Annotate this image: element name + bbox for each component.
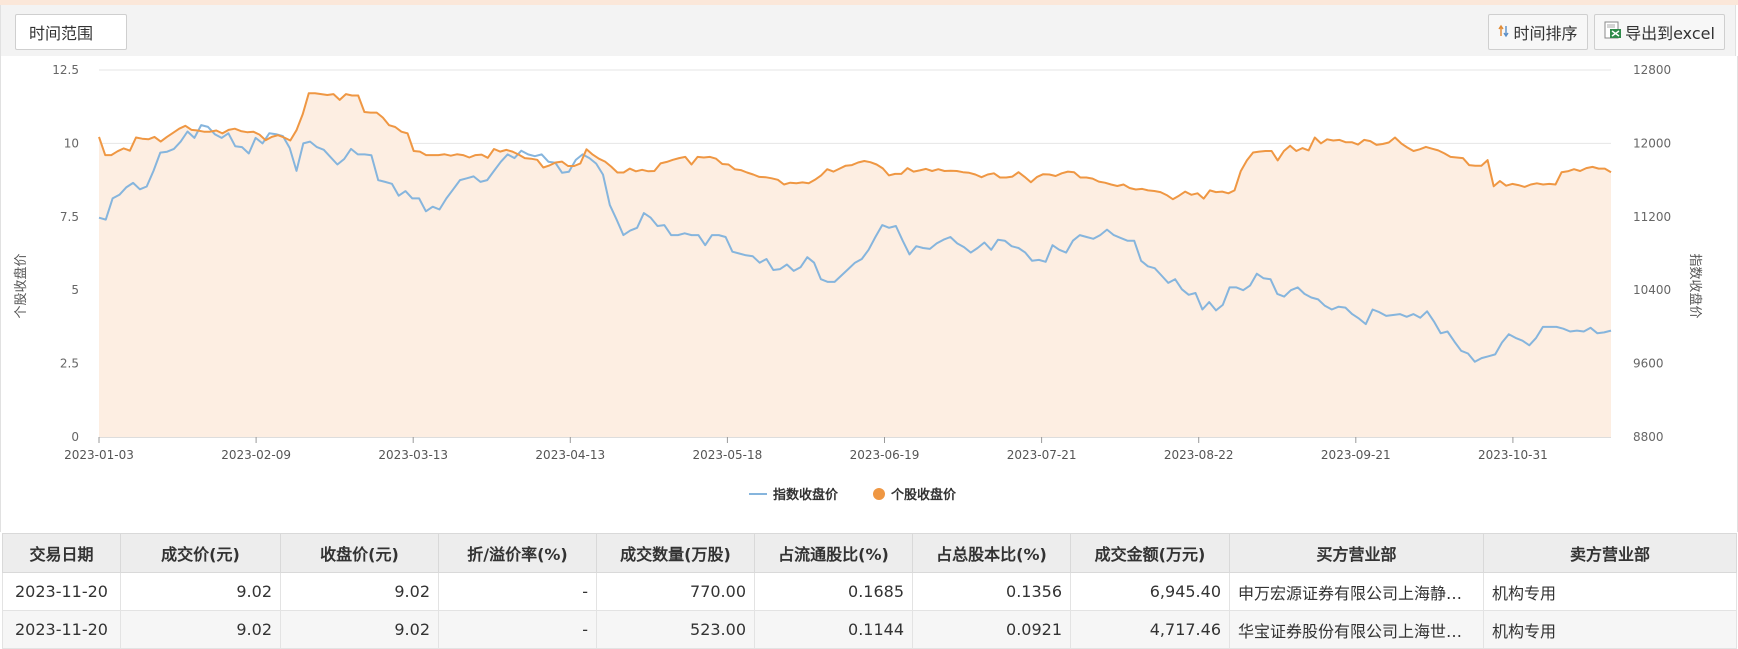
col-header[interactable]: 成交价(元) (120, 533, 281, 573)
x-tick-label: 2023-09-21 (1321, 448, 1391, 462)
chart-area-layer (99, 93, 1611, 437)
legend-stock-swatch (873, 488, 885, 500)
table-cell: 9.02 (120, 572, 281, 611)
table-cell: - (438, 572, 597, 611)
col-header[interactable]: 成交金额(万元) (1070, 533, 1230, 573)
excel-icon (1604, 21, 1622, 43)
table-cell: 2023-11-20 (2, 610, 121, 649)
time-sort-button[interactable]: 时间排序 (1488, 14, 1588, 50)
y-tick-label: 12.5 (52, 63, 79, 77)
block-trade-table: 交易日期 成交价(元) 收盘价(元) 折/溢价率(%) 成交数量(万股) 占流通… (2, 533, 1737, 649)
price-chart-svg: 0 2.5 5 7.5 10 12.5 8800 9600 10400 11200 12000 128… (13, 63, 1703, 503)
col-header[interactable]: 成交数量(万股) (596, 533, 755, 573)
table-cell: 4,717.46 (1070, 610, 1230, 649)
stock-price-area (99, 93, 1611, 437)
y-tick-label: 2.5 (60, 357, 79, 371)
time-range-button[interactable]: 时间范围 (15, 14, 127, 50)
y-tick-label: 7.5 (60, 210, 79, 224)
x-tick-label: 2023-08-22 (1164, 448, 1234, 462)
table-cell: 2023-11-20 (2, 572, 121, 611)
x-tick-label: 2023-04-13 (535, 448, 605, 462)
x-tick-label: 2023-02-09 (221, 448, 291, 462)
y-tick-label: 10 (64, 136, 79, 150)
table-cell: 523.00 (596, 610, 755, 649)
table-cell: 0.1685 (754, 572, 913, 611)
x-tick-label: 2023-03-13 (378, 448, 448, 462)
table-cell: - (438, 610, 597, 649)
col-header[interactable]: 占总股本比(%) (912, 533, 1071, 573)
x-tick-label: 2023-06-19 (850, 448, 920, 462)
chart-legend: 指数收盘价 个股收盘价 (749, 487, 957, 503)
table-cell: 0.0921 (912, 610, 1071, 649)
table-cell: 华宝证券股份有限公司上海世纪大道证券营业部 (1229, 610, 1484, 649)
table-cell: 机构专用 (1483, 610, 1737, 649)
time-sort-label: 时间排序 (1513, 24, 1578, 43)
y-tick-label: 0 (71, 430, 79, 444)
toolbar: 时间范围 时间排序 导出到excel (0, 5, 1736, 56)
table-cell: 770.00 (596, 572, 755, 611)
table-row: 2023-11-20 9.02 9.02 - 770.00 0.1685 0.1… (2, 572, 1737, 611)
table-row: 2023-11-20 9.02 9.02 - 523.00 0.1144 0.0… (2, 610, 1737, 649)
table-cell: 9.02 (120, 610, 281, 649)
table-cell: 申万宏源证券有限公司上海静安区新闸路证券营业部 (1229, 572, 1484, 611)
legend-stock-label: 个股收盘价 (890, 487, 957, 503)
table-cell: 9.02 (280, 610, 439, 649)
table-header-row: 交易日期 成交价(元) 收盘价(元) 折/溢价率(%) 成交数量(万股) 占流通… (2, 533, 1737, 573)
y-tick-label: 5 (71, 283, 79, 297)
col-header[interactable]: 卖方营业部 (1483, 533, 1737, 573)
table-cell: 6,945.40 (1070, 572, 1230, 611)
legend-index-label: 指数收盘价 (773, 487, 839, 503)
col-header[interactable]: 交易日期 (2, 533, 121, 573)
x-tick-label: 2023-01-03 (64, 448, 134, 462)
export-excel-button[interactable]: 导出到excel (1594, 14, 1725, 50)
price-chart: 0 2.5 5 7.5 10 12.5 8800 9600 10400 11200 12000 128… (0, 56, 1738, 532)
time-range-label: 时间范围 (29, 24, 94, 43)
x-tick-label: 2023-05-18 (693, 448, 763, 462)
col-header[interactable]: 折/溢价率(%) (438, 533, 597, 573)
x-tick-label: 2023-07-21 (1007, 448, 1077, 462)
y2-tick-label: 11200 (1633, 210, 1671, 224)
y2-tick-label: 12000 (1633, 136, 1671, 150)
table-cell: 9.02 (280, 572, 439, 611)
y2-axis-label: 指数收盘价 (1687, 253, 1703, 318)
col-header[interactable]: 占流通股比(%) (754, 533, 913, 573)
y2-tick-label: 10400 (1633, 283, 1671, 297)
table-cell: 机构专用 (1483, 572, 1737, 611)
col-header[interactable]: 买方营业部 (1229, 533, 1484, 573)
y2-tick-label: 8800 (1633, 430, 1664, 444)
table-cell: 0.1144 (754, 610, 913, 649)
y-axis-label: 个股收盘价 (13, 253, 29, 318)
x-tick-label: 2023-10-31 (1478, 448, 1548, 462)
legend-item-index[interactable]: 指数收盘价 (749, 487, 839, 503)
y2-tick-label: 9600 (1633, 357, 1664, 371)
sort-arrows-icon (1498, 23, 1510, 42)
y2-tick-label: 12800 (1633, 63, 1671, 77)
export-excel-label: 导出到excel (1625, 24, 1715, 43)
legend-item-stock[interactable]: 个股收盘价 (873, 487, 957, 503)
table-cell: 0.1356 (912, 572, 1071, 611)
col-header[interactable]: 收盘价(元) (280, 533, 439, 573)
